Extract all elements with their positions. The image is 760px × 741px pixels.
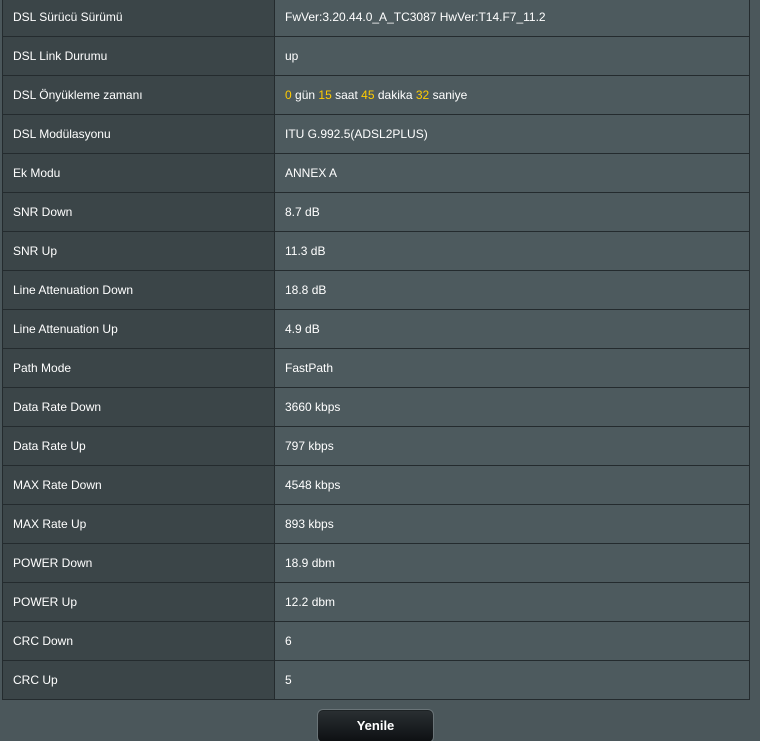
row-label: POWER Down xyxy=(2,543,275,583)
row-value: FwVer:3.20.44.0_A_TC3087 HwVer:T14.F7_11… xyxy=(274,0,750,37)
table-row: DSL Önyükleme zamanı 0 gün 15 saat 45 da… xyxy=(2,75,750,115)
row-label: DSL Link Durumu xyxy=(2,36,275,76)
dsl-status-table: DSL Sürücü Sürümü FwVer:3.20.44.0_A_TC30… xyxy=(2,0,750,700)
row-value: 8.7 dB xyxy=(274,192,750,232)
row-value: ITU G.992.5(ADSL2PLUS) xyxy=(274,114,750,154)
table-row: DSL Modülasyonu ITU G.992.5(ADSL2PLUS) xyxy=(2,114,750,154)
row-label: Data Rate Up xyxy=(2,426,275,466)
row-value: 3660 kbps xyxy=(274,387,750,427)
row-value: 12.2 dbm xyxy=(274,582,750,622)
row-label: DSL Modülasyonu xyxy=(2,114,275,154)
table-row: POWER Up 12.2 dbm xyxy=(2,582,750,622)
row-value: 4548 kbps xyxy=(274,465,750,505)
table-row: Line Attenuation Up 4.9 dB xyxy=(2,309,750,349)
refresh-button[interactable]: Yenile xyxy=(317,709,434,741)
table-row: SNR Down 8.7 dB xyxy=(2,192,750,232)
table-row: MAX Rate Down 4548 kbps xyxy=(2,465,750,505)
table-row: SNR Up 11.3 dB xyxy=(2,231,750,271)
uptime-hours-unit: saat xyxy=(335,88,358,102)
uptime-days-unit: gün xyxy=(295,88,316,102)
row-value: 6 xyxy=(274,621,750,661)
table-row: Path Mode FastPath xyxy=(2,348,750,388)
row-value: ANNEX A xyxy=(274,153,750,193)
row-label: Line Attenuation Down xyxy=(2,270,275,310)
row-label: Data Rate Down xyxy=(2,387,275,427)
row-value: 18.9 dbm xyxy=(274,543,750,583)
row-label: SNR Up xyxy=(2,231,275,271)
uptime-minutes: 45 xyxy=(361,88,375,102)
uptime-value: 0 gün 15 saat 45 dakika 32 saniye xyxy=(274,75,750,115)
row-label: MAX Rate Up xyxy=(2,504,275,544)
row-value: 5 xyxy=(274,660,750,700)
table-row: DSL Sürücü Sürümü FwVer:3.20.44.0_A_TC30… xyxy=(2,0,750,37)
uptime-minutes-unit: dakika xyxy=(377,88,413,102)
row-label: DSL Önyükleme zamanı xyxy=(2,75,275,115)
row-label: MAX Rate Down xyxy=(2,465,275,505)
table-row: CRC Down 6 xyxy=(2,621,750,661)
table-row: POWER Down 18.9 dbm xyxy=(2,543,750,583)
table-row: Data Rate Up 797 kbps xyxy=(2,426,750,466)
dsl-status-page: DSL Sürücü Sürümü FwVer:3.20.44.0_A_TC30… xyxy=(0,0,760,741)
button-bar: Yenile xyxy=(0,700,760,741)
row-label: SNR Down xyxy=(2,192,275,232)
uptime-seconds: 32 xyxy=(415,88,430,102)
table-row: Line Attenuation Down 18.8 dB xyxy=(2,270,750,310)
uptime-seconds-unit: saniye xyxy=(432,88,468,102)
row-value: 11.3 dB xyxy=(274,231,750,271)
row-value: up xyxy=(274,36,750,76)
row-value: 4.9 dB xyxy=(274,309,750,349)
table-row: Ek Modu ANNEX A xyxy=(2,153,750,193)
row-label: Ek Modu xyxy=(2,153,275,193)
row-label: CRC Up xyxy=(2,660,275,700)
row-value: 797 kbps xyxy=(274,426,750,466)
table-row: CRC Up 5 xyxy=(2,660,750,700)
row-value: 18.8 dB xyxy=(274,270,750,310)
table-row: Data Rate Down 3660 kbps xyxy=(2,387,750,427)
row-value: 893 kbps xyxy=(274,504,750,544)
table-row: DSL Link Durumu up xyxy=(2,36,750,76)
row-label: Path Mode xyxy=(2,348,275,388)
row-value: FastPath xyxy=(274,348,750,388)
row-label: Line Attenuation Up xyxy=(2,309,275,349)
table-row: MAX Rate Up 893 kbps xyxy=(2,504,750,544)
row-label: CRC Down xyxy=(2,621,275,661)
uptime-days: 0 xyxy=(285,88,292,102)
row-label: DSL Sürücü Sürümü xyxy=(2,0,275,37)
row-label: POWER Up xyxy=(2,582,275,622)
uptime-hours: 15 xyxy=(318,88,332,102)
